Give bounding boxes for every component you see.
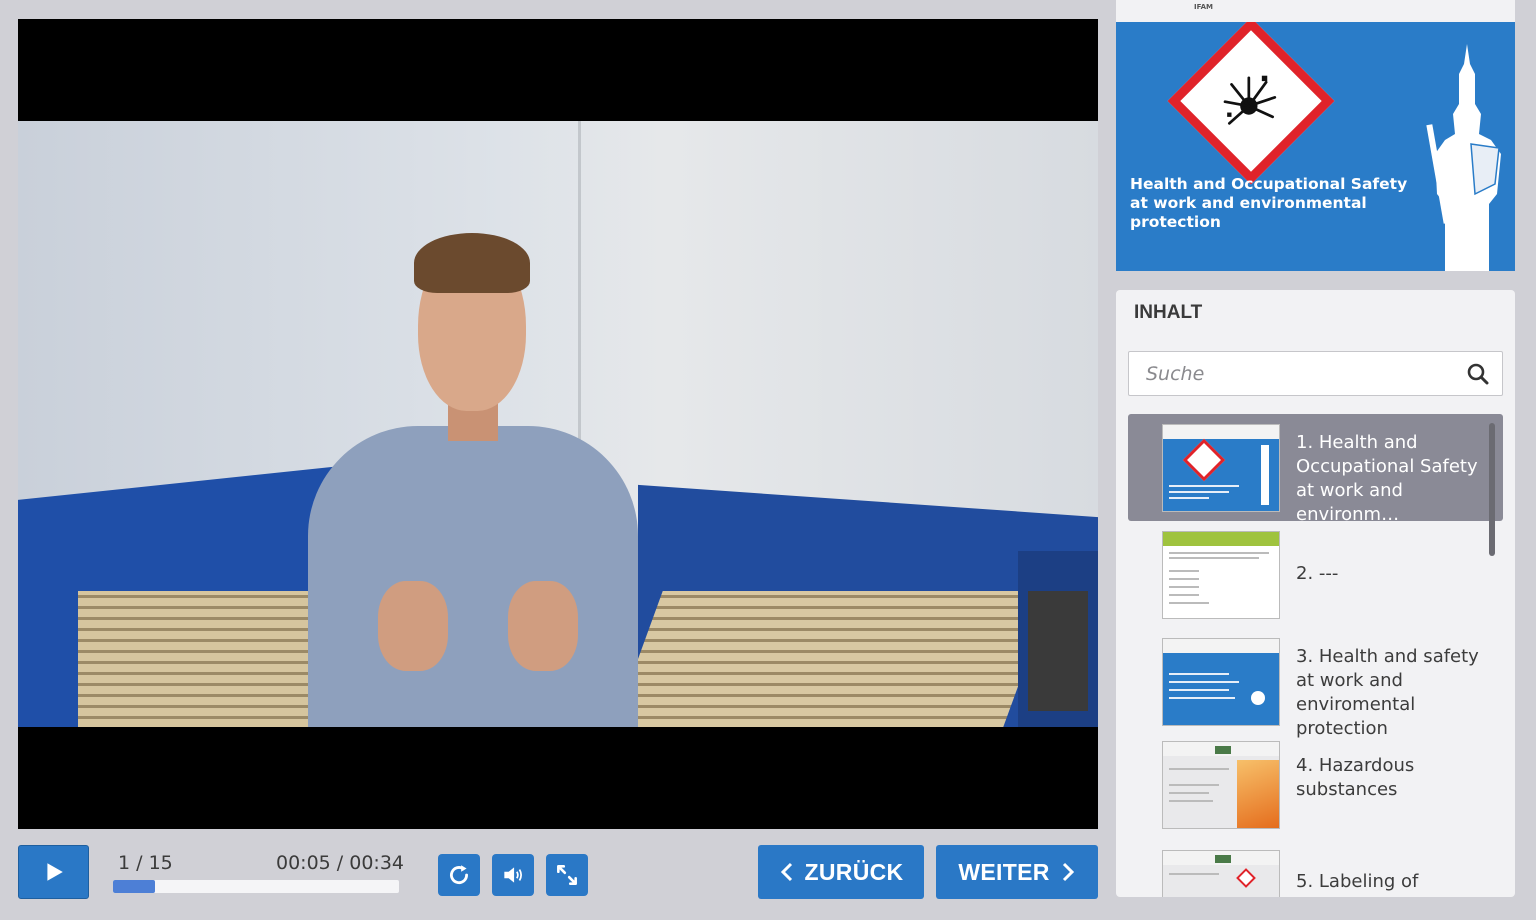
logo-text: IFAM (1194, 3, 1213, 11)
search-icon[interactable] (1466, 362, 1490, 386)
replay-button[interactable] (438, 854, 480, 896)
volume-button[interactable] (492, 854, 534, 896)
play-button[interactable] (18, 845, 89, 899)
video-frame (18, 121, 1098, 727)
statue-icon (1426, 44, 1501, 271)
volume-icon (504, 867, 522, 883)
toc-panel: INHALT 1. Health and Occupational Safety… (1116, 290, 1515, 897)
toc-item-1[interactable]: 1. Health and Occupational Safety at wor… (1128, 414, 1503, 525)
fullscreen-button[interactable] (546, 854, 588, 896)
progress-fill (113, 880, 156, 893)
toc-item-label: 1. Health and Occupational Safety at wor… (1296, 432, 1478, 525)
next-button[interactable]: WEITER (936, 845, 1098, 899)
banner-title: Health and Occupational Safety at work a… (1130, 175, 1408, 231)
back-label: ZURÜCK (804, 858, 904, 885)
progress-bar[interactable] (113, 880, 399, 893)
slide-thumbnail (1162, 741, 1280, 829)
chevron-right-icon (1062, 862, 1074, 882)
logo-strip: IFAM (1116, 0, 1515, 22)
chevron-left-icon (780, 862, 792, 882)
toc-scrollbar[interactable] (1489, 423, 1495, 556)
search-input[interactable] (1129, 352, 1459, 395)
next-label: WEITER (958, 858, 1050, 885)
slide-thumbnail (1162, 424, 1280, 512)
toc-item-5[interactable]: 5. Labeling of (1128, 842, 1503, 897)
toc-item-label: 4. Hazardous substances (1296, 755, 1415, 800)
slide-thumbnail (1162, 531, 1280, 619)
toc-item-label: 5. Labeling of (1296, 871, 1419, 892)
fullscreen-icon (557, 865, 577, 885)
toc-item-label: 2. --- (1296, 563, 1339, 584)
search-box (1128, 351, 1503, 396)
play-icon (46, 863, 63, 881)
toc-heading: INHALT (1134, 302, 1203, 323)
slide-thumbnail (1162, 850, 1280, 897)
presenter (278, 231, 668, 727)
explosive-hazard-icon (1167, 22, 1335, 185)
toc-item-4[interactable]: 4. Hazardous substances (1128, 735, 1503, 842)
toc-item-2[interactable]: 2. --- (1128, 521, 1503, 628)
toc-list: 1. Health and Occupational Safety at wor… (1128, 414, 1503, 897)
back-button[interactable]: ZURÜCK (758, 845, 924, 899)
replay-icon (450, 865, 468, 885)
time-display: 00:05 / 00:34 (276, 852, 404, 874)
toc-item-label: 3. Health and safety at work and envirom… (1296, 646, 1479, 739)
toc-item-3[interactable]: 3. Health and safety at work and envirom… (1128, 628, 1503, 739)
video-player[interactable] (18, 19, 1098, 829)
course-banner: Health and Occupational Safety at work a… (1116, 22, 1515, 271)
slide-thumbnail (1162, 638, 1280, 726)
slide-counter: 1 / 15 (118, 852, 173, 874)
